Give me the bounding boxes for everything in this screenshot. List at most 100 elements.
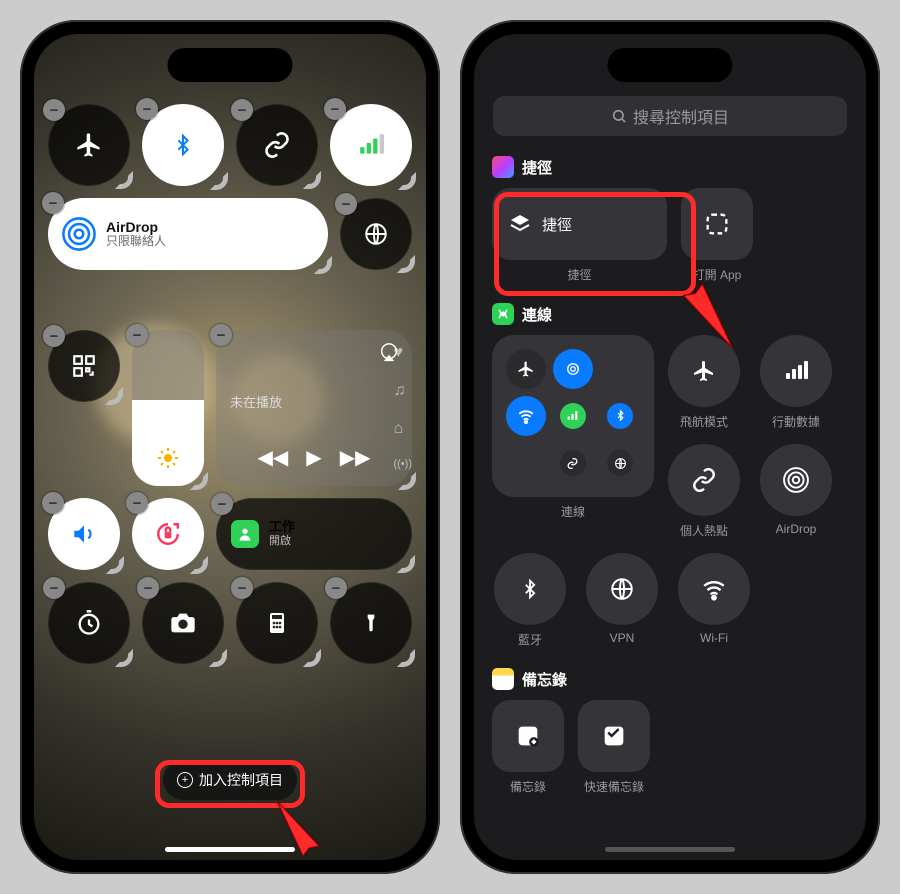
next-icon[interactable]: ▶▶ [340,445,371,470]
home-icon: ⌂ [393,420,412,438]
red-arrow [269,796,329,856]
add-control-label: 加入控制項目 [199,770,283,790]
remove-icon[interactable]: − [211,493,233,515]
remove-icon[interactable]: − [126,324,148,346]
resize-handle[interactable] [397,555,415,573]
phone-right: 搜尋控制項目 捷徑 捷徑 捷徑 打開 App [460,20,880,874]
signal-icon: ((•)) [393,458,412,470]
bars-icon [560,403,586,429]
camera-icon [169,609,197,637]
remove-icon[interactable]: − [231,577,253,599]
bluetooth-button[interactable] [494,553,566,625]
resize-handle[interactable] [105,387,123,405]
phone-left: − − − − [20,20,440,874]
resize-handle[interactable] [210,172,228,190]
layers-icon [508,212,532,236]
calculator-button[interactable]: − [236,582,318,664]
section-notes: 備忘錄 [492,668,848,690]
remove-icon[interactable]: − [43,325,65,347]
bluetooth-icon [172,131,194,159]
hotspot-toggle[interactable]: − [236,104,318,186]
hotspot-button[interactable] [668,444,740,516]
cellular-toggle[interactable]: − [330,104,412,186]
resize-handle[interactable] [303,649,321,667]
connection-label: 連線 [561,503,585,520]
remove-icon[interactable]: − [137,577,159,599]
bluetooth-toggle[interactable]: − [142,104,224,186]
airplane-icon [75,131,103,159]
antenna-icon [492,303,514,325]
resize-handle[interactable] [398,472,416,490]
sun-icon [156,446,180,470]
connection-group-button[interactable] [492,335,654,497]
resize-handle[interactable] [190,556,208,574]
wifi-button[interactable] [678,553,750,625]
home-indicator[interactable] [605,847,735,852]
resize-handle[interactable] [190,472,208,490]
resize-handle[interactable] [398,172,416,190]
airdrop-icon [62,217,96,251]
search-bar[interactable]: 搜尋控制項目 [493,96,847,136]
resize-handle[interactable] [209,649,227,667]
airdrop-tile[interactable]: − AirDrop 只限聯絡人 [48,198,328,270]
shortcut-label: 捷徑 [567,266,591,283]
camera-button[interactable]: − [142,582,224,664]
open-app-button[interactable] [681,188,753,260]
screen-right: 搜尋控制項目 捷徑 捷徑 捷徑 打開 App [474,34,866,860]
qr-scan[interactable]: − [48,330,120,402]
flashlight-button[interactable]: − [330,582,412,664]
dynamic-island [168,48,293,82]
resize-handle[interactable] [115,171,133,189]
remove-icon[interactable]: − [43,577,65,599]
qr-icon [71,353,97,379]
vpn-button[interactable] [586,553,658,625]
airdrop-subtitle: 只限聯絡人 [106,235,166,249]
resize-handle[interactable] [115,649,133,667]
airplane-toggle[interactable]: − [48,104,130,186]
quicknote-button[interactable] [578,700,650,772]
play-icon[interactable]: ▶ [306,445,321,470]
airdrop-button[interactable] [760,444,832,516]
remove-icon[interactable]: − [42,492,64,514]
resize-handle[interactable] [303,171,321,189]
remove-icon[interactable]: − [126,492,148,514]
remove-icon[interactable]: − [324,98,346,120]
remove-icon[interactable]: − [43,99,65,121]
speaker-icon [71,521,97,547]
resize-handle[interactable] [397,649,415,667]
notes-app-icon [492,668,514,690]
brightness-slider[interactable]: − [132,330,204,486]
shortcut-button[interactable]: 捷徑 [492,188,667,260]
remove-icon[interactable]: − [42,192,64,214]
remove-icon[interactable]: − [325,577,347,599]
remove-icon[interactable]: − [231,99,253,121]
remove-icon[interactable]: − [136,98,158,120]
cellular-button[interactable] [760,335,832,407]
rotation-lock-icon [155,521,181,547]
remove-icon[interactable]: − [335,193,357,215]
focus-label: 工作 [269,520,295,535]
resize-handle[interactable] [397,255,415,273]
volume-slider[interactable]: − [48,498,120,570]
search-icon [611,108,627,124]
timer-button[interactable]: − [48,582,130,664]
flashlight-icon [361,609,381,637]
resize-handle[interactable] [106,556,124,574]
airdrop-title: AirDrop [106,219,166,235]
screen-left: − − − − [34,34,426,860]
remove-icon[interactable]: − [210,324,232,346]
focus-state: 開啟 [269,535,295,548]
bluetooth-icon [607,403,633,429]
airplane-icon [506,349,546,389]
focus-tile[interactable]: − 工作 開啟 [216,498,412,570]
notes-button[interactable] [492,700,564,772]
prev-icon[interactable]: ◀◀ [258,445,289,470]
globe-icon [363,221,389,247]
vpn-toggle[interactable]: − [340,198,412,270]
media-tile[interactable]: − 未在播放 ◀◀ ▶ ▶▶ [216,330,412,486]
rotation-lock[interactable]: − [132,498,204,570]
add-control-button[interactable]: + 加入控制項目 [163,760,297,800]
heart-icon: ♥ [393,344,412,362]
link-icon [263,131,291,159]
open-app-label: 打開 App [693,266,742,283]
